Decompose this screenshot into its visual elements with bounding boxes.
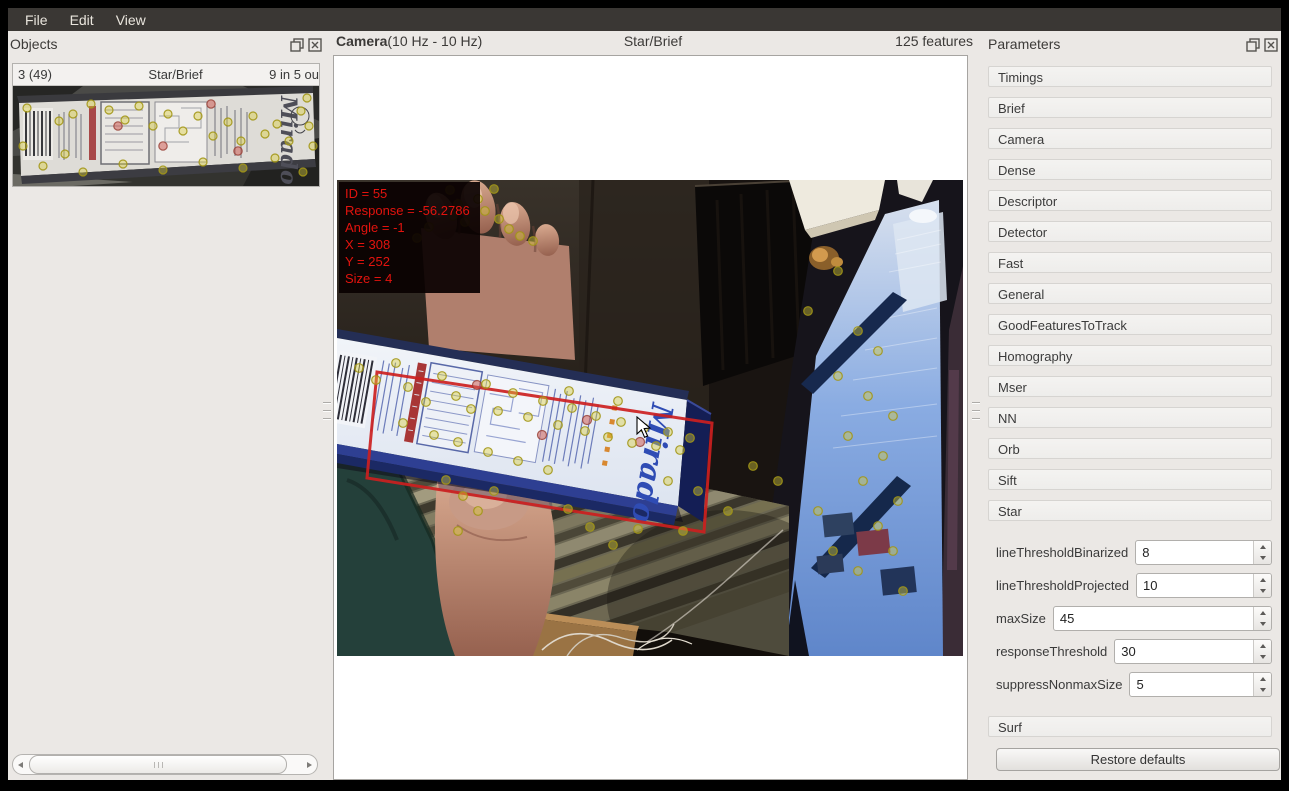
overlay-id: ID = 55	[345, 185, 470, 202]
spin-down-icon[interactable]	[1260, 589, 1266, 593]
camera-rate: (10 Hz - 10 Hz)	[387, 33, 482, 49]
spin-value: 45	[1054, 611, 1074, 626]
scroll-right-arrow[interactable]	[302, 755, 317, 774]
param-row-linethresholdbinarized: lineThresholdBinarized 8	[996, 540, 1272, 565]
menu-bar: File Edit View	[8, 8, 1281, 31]
param-row-linethresholdprojected: lineThresholdProjected 10	[996, 573, 1272, 598]
linethresholdprojected-spinbox[interactable]: 10	[1136, 573, 1272, 598]
splitter-camera-parameters[interactable]	[972, 400, 980, 422]
objects-close-icon[interactable]	[308, 38, 322, 52]
section-star[interactable]: Star	[988, 500, 1272, 521]
camera-detector-label: Star/Brief	[503, 33, 803, 49]
objects-float-icon[interactable]	[290, 38, 304, 52]
spin-down-icon[interactable]	[1260, 622, 1266, 626]
parameters-panel-title: Parameters	[988, 36, 1060, 52]
section-dense[interactable]: Dense	[988, 159, 1272, 180]
section-camera[interactable]: Camera	[988, 128, 1272, 149]
scroll-left-arrow[interactable]	[13, 755, 28, 774]
object-detector: Star/Brief	[104, 67, 247, 82]
spin-value: 8	[1136, 545, 1149, 560]
section-brief[interactable]: Brief	[988, 97, 1272, 118]
param-label: responseThreshold	[996, 644, 1114, 659]
object-item[interactable]: 3 (49) Star/Brief 9 in 5 ou	[12, 63, 320, 187]
param-label: maxSize	[996, 611, 1053, 626]
section-homography[interactable]: Homography	[988, 345, 1272, 366]
section-mser[interactable]: Mser	[988, 376, 1272, 397]
spin-up-icon[interactable]	[1260, 578, 1266, 582]
overlay-y: Y = 252	[345, 253, 470, 270]
mouse-cursor-icon	[636, 416, 652, 444]
param-row-suppressnonmaxsize: suppressNonmaxSize 5	[996, 672, 1272, 697]
section-detector[interactable]: Detector	[988, 221, 1272, 242]
overlay-angle: Angle = -1	[345, 219, 470, 236]
section-nn[interactable]: NN	[988, 407, 1272, 428]
object-status: 9 in 5 ou	[247, 67, 319, 82]
spin-up-icon[interactable]	[1260, 545, 1266, 549]
responsethreshold-spinbox[interactable]: 30	[1114, 639, 1272, 664]
objects-hscrollbar[interactable]	[12, 754, 318, 775]
spin-value: 10	[1137, 578, 1157, 593]
section-goodfeaturestotrack[interactable]: GoodFeaturesToTrack	[988, 314, 1272, 335]
spin-up-icon[interactable]	[1260, 644, 1266, 648]
camera-view[interactable]: Mirado ID = 55 Response =	[337, 180, 963, 656]
object-thumbnail[interactable]: Mirado	[13, 86, 319, 186]
overlay-size: Size = 4	[345, 270, 470, 287]
app-window: File Edit View Objects 3 (49) Star/Brief…	[8, 8, 1281, 780]
feature-info-overlay: ID = 55 Response = -56.2786 Angle = -1 X…	[339, 182, 480, 293]
objects-panel-title: Objects	[10, 36, 57, 52]
spin-value: 30	[1115, 644, 1135, 659]
maxsize-spinbox[interactable]: 45	[1053, 606, 1272, 631]
section-fast[interactable]: Fast	[988, 252, 1272, 273]
section-descriptor[interactable]: Descriptor	[988, 190, 1272, 211]
camera-panel-title: Camera(10 Hz - 10 Hz)	[336, 33, 482, 49]
camera-features-count: 125 features	[813, 33, 973, 49]
parameters-float-icon[interactable]	[1246, 38, 1260, 52]
object-id: 3 (49)	[13, 67, 104, 82]
section-surf[interactable]: Surf	[988, 716, 1272, 737]
menu-view[interactable]: View	[105, 10, 157, 30]
section-orb[interactable]: Orb	[988, 438, 1272, 459]
param-label: lineThresholdProjected	[996, 578, 1136, 593]
param-row-maxsize: maxSize 45	[996, 606, 1272, 631]
linethresholdbinarized-spinbox[interactable]: 8	[1135, 540, 1272, 565]
spin-down-icon[interactable]	[1260, 688, 1266, 692]
spin-up-icon[interactable]	[1260, 611, 1266, 615]
overlay-response: Response = -56.2786	[345, 202, 470, 219]
camera-title: Camera	[336, 33, 387, 49]
scroll-thumb[interactable]	[29, 755, 287, 774]
param-row-responsethreshold: responseThreshold 30	[996, 639, 1272, 664]
parameters-close-icon[interactable]	[1264, 38, 1278, 52]
overlay-x: X = 308	[345, 236, 470, 253]
object-item-header: 3 (49) Star/Brief 9 in 5 ou	[13, 64, 319, 86]
section-timings[interactable]: Timings	[988, 66, 1272, 87]
spin-down-icon[interactable]	[1260, 655, 1266, 659]
spin-value: 5	[1130, 677, 1143, 692]
section-sift[interactable]: Sift	[988, 469, 1272, 490]
menu-edit[interactable]: Edit	[59, 10, 105, 30]
suppressnonmaxsize-spinbox[interactable]: 5	[1129, 672, 1272, 697]
spin-down-icon[interactable]	[1260, 556, 1266, 560]
section-general[interactable]: General	[988, 283, 1272, 304]
splitter-objects-camera[interactable]	[323, 400, 331, 422]
menu-file[interactable]: File	[14, 10, 59, 30]
fist	[435, 474, 555, 656]
param-label: lineThresholdBinarized	[996, 545, 1135, 560]
restore-defaults-button[interactable]: Restore defaults	[996, 748, 1280, 771]
param-label: suppressNonmaxSize	[996, 677, 1129, 692]
spin-up-icon[interactable]	[1260, 677, 1266, 681]
